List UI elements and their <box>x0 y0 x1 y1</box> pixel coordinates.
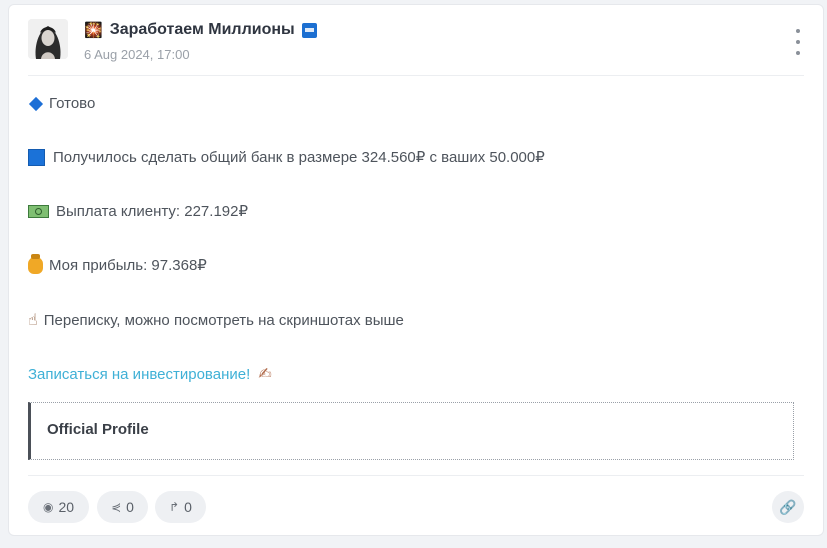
share-button[interactable]: ⋞ 0 <box>97 491 148 523</box>
eye-icon: ◉ <box>42 500 54 514</box>
post-line-correspondence: ☝ Переписку, можно посмотреть на скриншо… <box>28 310 404 330</box>
forward-icon: ↱ <box>169 500 180 514</box>
channel-name[interactable]: Заработаем Миллионы <box>110 21 295 39</box>
bank-text: Получилось сделать общий банк в размере … <box>53 149 545 166</box>
footer-divider <box>28 475 804 476</box>
verified-badge-icon <box>301 22 317 38</box>
forward-count: 0 <box>184 499 192 515</box>
invest-signup-link[interactable]: Записаться на инвестирование! <box>28 366 250 383</box>
banknote-icon <box>28 204 49 218</box>
payout-text: Выплата клиенту: 227.192₽ <box>56 203 249 220</box>
money-bag-icon <box>28 253 43 274</box>
post-line-link: Записаться на инвестирование! ✍ <box>28 364 272 384</box>
share-icon: ⋞ <box>111 500 122 514</box>
post-line-bank: Получилось сделать общий банк в размере … <box>28 148 545 166</box>
link-icon[interactable]: 🔗 <box>772 491 804 523</box>
post-date: 6 Aug 2024, 17:00 <box>84 47 190 62</box>
header-divider <box>28 75 804 76</box>
blue-diamond-icon <box>28 96 44 111</box>
quote-title: Official Profile <box>47 421 149 438</box>
views-counter[interactable]: ◉ 20 <box>28 491 89 523</box>
share-count: 0 <box>126 499 134 515</box>
more-vertical-icon[interactable] <box>792 29 804 55</box>
profit-text: Моя прибыль: 97.368₽ <box>49 257 207 274</box>
forward-button[interactable]: ↱ 0 <box>155 491 206 523</box>
avatar[interactable] <box>28 19 68 59</box>
writing-hand-icon: ✍ <box>258 366 272 383</box>
post-line-profit: Моя прибыль: 97.368₽ <box>28 253 207 274</box>
official-profile-quote[interactable]: Official Profile <box>28 402 794 460</box>
avatar-portrait <box>28 19 68 59</box>
post-line-payout: Выплата клиенту: 227.192₽ <box>28 202 248 220</box>
post-header: 🎇 Заработаем Миллионы 6 Aug 2024, 17:00 <box>28 19 804 67</box>
post-card: 🎇 Заработаем Миллионы 6 Aug 2024, 17:00 … <box>8 4 824 536</box>
ready-text: Готово <box>49 95 96 112</box>
correspondence-text: Переписку, можно посмотреть на скриншота… <box>43 311 404 329</box>
blue-square-icon <box>28 148 45 166</box>
channel-title[interactable]: 🎇 Заработаем Миллионы <box>84 21 317 39</box>
sparkler-icon: 🎇 <box>84 22 103 39</box>
views-count: 20 <box>58 499 75 515</box>
pointing-hand-icon: ☝ <box>28 312 38 329</box>
post-footer: ◉ 20 ⋞ 0 ↱ 0 🔗 <box>28 491 804 523</box>
post-line-ready: Готово <box>28 95 95 112</box>
